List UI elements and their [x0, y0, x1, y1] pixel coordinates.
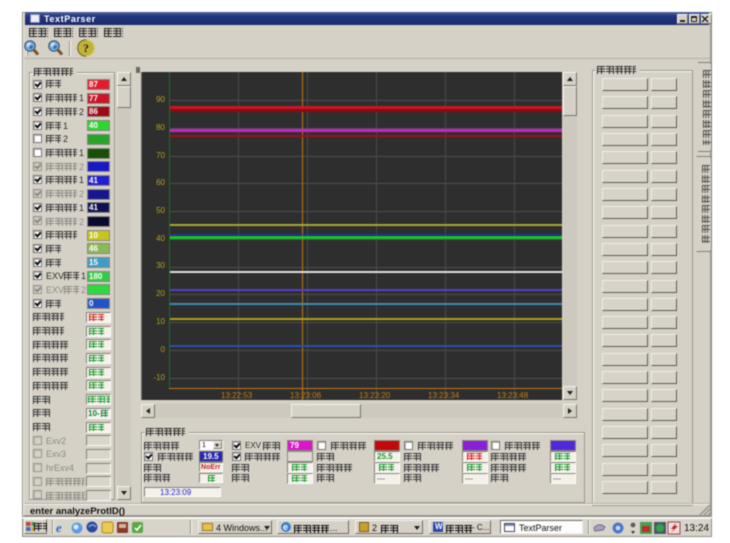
svg-text:e: e	[56, 520, 62, 535]
svg-text:?: ?	[83, 41, 89, 55]
